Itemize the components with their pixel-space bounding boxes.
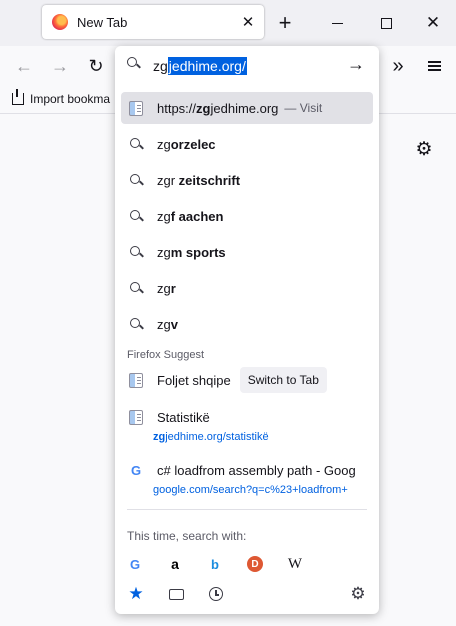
result-title: Statistikë	[157, 409, 210, 425]
suggestion-text: zgr	[157, 280, 176, 296]
maximize-button[interactable]	[371, 8, 401, 38]
wikipedia-engine-icon[interactable]: W	[287, 556, 303, 572]
typed-text: zg	[153, 58, 168, 74]
result-url: google.com/search?q=c%23+loadfrom+	[153, 484, 348, 496]
suggestion-text: zgm sports	[157, 244, 226, 260]
search-suggestion[interactable]: zgr zeitschrift	[121, 164, 373, 196]
tabs-icon[interactable]	[167, 585, 185, 603]
urlbar-popup: zg jedhime.org/ → https://zgjedhime.org —…	[115, 46, 379, 614]
url-input[interactable]: zg jedhime.org/ →	[115, 46, 379, 86]
firefox-icon	[52, 14, 68, 30]
autofill-selection: jedhime.org/	[167, 57, 247, 75]
result-heuristic-visit[interactable]: https://zgjedhime.org — Visit	[121, 92, 373, 124]
search-icon	[128, 316, 144, 332]
result-url: https://zgjedhime.org	[157, 100, 279, 116]
result-switch-to-tab[interactable]: Foljet shqipe Switch to Tab	[121, 364, 373, 396]
search-with-label: This time, search with:	[127, 529, 247, 543]
result-title: c# loadfrom assembly path - Goog	[157, 463, 356, 478]
minimize-icon	[331, 22, 343, 24]
divider	[127, 509, 367, 510]
search-icon	[127, 57, 140, 70]
import-icon	[12, 89, 24, 105]
search-suggestion[interactable]: zgr	[121, 272, 373, 304]
import-bookmarks-label: Import bookma	[30, 92, 111, 106]
search-suggestion[interactable]: zgorzelec	[121, 128, 373, 160]
maximize-icon	[380, 17, 392, 29]
result-url: zgjedhime.org/statistikë	[153, 431, 269, 443]
reload-button[interactable]: ↻	[82, 52, 110, 80]
one-off-search-engines: G a b D W	[127, 552, 367, 576]
tab-title: New Tab	[77, 14, 128, 30]
minimize-button[interactable]	[322, 8, 352, 38]
result-history-google-search[interactable]: G c# loadfrom assembly path - Goog googl…	[128, 463, 374, 496]
google-engine-icon[interactable]: G	[127, 556, 143, 572]
section-label-firefox-suggest: Firefox Suggest	[127, 349, 205, 361]
search-suggestion[interactable]: zgv	[121, 308, 373, 340]
search-icon	[128, 208, 144, 224]
back-button[interactable]: ←	[10, 52, 38, 80]
suggestion-text: zgv	[157, 316, 178, 332]
result-title: Foljet shqipe	[157, 372, 231, 388]
search-icon	[128, 244, 144, 260]
overflow-menu-button[interactable]: »	[384, 52, 412, 80]
switch-to-tab-button[interactable]: Switch to Tab	[239, 367, 327, 393]
suggestion-text: zgr zeitschrift	[157, 172, 241, 188]
google-icon: G	[130, 463, 142, 478]
new-tab-button[interactable]: +	[272, 10, 298, 36]
search-modes: ★ ⚙	[127, 582, 367, 606]
go-arrow-icon[interactable]: →	[347, 54, 365, 75]
history-clock-icon[interactable]	[207, 585, 225, 603]
close-tab-icon[interactable]: ✕	[236, 10, 260, 34]
amazon-engine-icon[interactable]: a	[167, 556, 183, 572]
bookmarks-star-icon[interactable]: ★	[127, 584, 145, 603]
suggestion-text: zgorzelec	[157, 136, 216, 152]
search-settings-gear-icon[interactable]: ⚙	[349, 584, 367, 603]
tab-new-tab[interactable]: New Tab ✕	[42, 5, 264, 39]
suggestion-text: zgf aachen	[157, 208, 224, 224]
close-window-button[interactable]: ✕	[418, 8, 448, 38]
result-action: — Visit	[284, 101, 323, 115]
hamburger-icon	[427, 59, 441, 74]
import-bookmarks-button[interactable]: Import bookma	[12, 89, 111, 106]
duckduckgo-engine-icon[interactable]: D	[247, 556, 263, 572]
bing-engine-icon[interactable]: b	[207, 556, 223, 572]
search-suggestion[interactable]: zgm sports	[121, 236, 373, 268]
result-history-statistike[interactable]: Statistikë zgjedhime.org/statistikë	[128, 409, 374, 443]
title-bar: New Tab ✕ + ✕	[0, 0, 456, 46]
app-menu-button[interactable]	[420, 52, 448, 80]
search-suggestion[interactable]: zgf aachen	[121, 200, 373, 232]
page-icon	[128, 409, 144, 425]
forward-button[interactable]: →	[46, 52, 74, 80]
search-icon	[128, 136, 144, 152]
page-icon	[128, 100, 144, 116]
search-icon	[128, 172, 144, 188]
url-input-text: zg jedhime.org/	[153, 57, 247, 75]
page-settings-gear-icon[interactable]: ⚙	[412, 137, 436, 161]
search-icon	[128, 280, 144, 296]
page-icon	[128, 372, 144, 388]
